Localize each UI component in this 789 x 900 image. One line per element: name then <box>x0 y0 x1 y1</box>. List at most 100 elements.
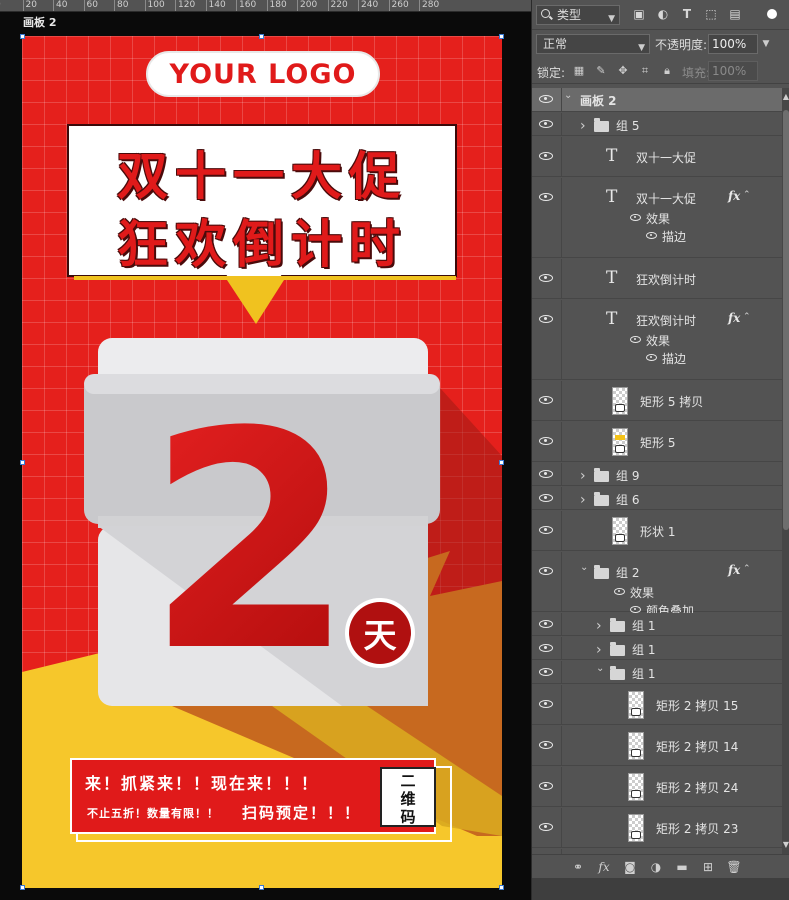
visibility-eye-icon[interactable] <box>539 741 555 751</box>
visibility-eye-icon[interactable] <box>539 315 555 325</box>
visibility-eye-icon[interactable] <box>539 700 555 710</box>
layer-row[interactable]: 矩形 2 拷贝 23 <box>532 808 782 848</box>
artboard-row[interactable]: ⌄ 画板 2 <box>532 88 782 112</box>
pixel-filter-icon[interactable]: ▣ <box>632 7 646 21</box>
artboard-label[interactable]: 画板 2 <box>23 14 56 30</box>
effects-eye-icon[interactable] <box>630 336 642 344</box>
visibility-eye-icon[interactable] <box>539 437 555 447</box>
effect-eye-icon[interactable] <box>646 354 658 362</box>
promo-bar[interactable]: 来！抓紧来！！现在来！！！ 不止五折！数量有限！！ 扫码预定！！！ 二 维 码 <box>70 758 452 842</box>
visibility-eye-icon[interactable] <box>539 667 555 678</box>
blend-mode-select[interactable]: 正常 ▼ <box>536 34 650 54</box>
layer-row[interactable]: 矩形 2 拷贝 14 <box>532 726 782 766</box>
fx-icon[interactable]: fx <box>728 311 740 325</box>
handle-top-right[interactable] <box>499 34 504 39</box>
layer-group-row[interactable]: › 组 6 <box>532 487 782 510</box>
layer-row[interactable]: T 狂欢倒计时 <box>532 259 782 299</box>
chevron-down-icon[interactable]: ⌄ <box>580 562 590 573</box>
layer-group-row[interactable]: ⌄ 组 1 <box>532 661 782 684</box>
filter-kind-select[interactable]: 类型 ▼ <box>536 5 620 25</box>
filter-toggle[interactable] <box>767 9 777 19</box>
new-layer-icon[interactable]: ⊞ <box>700 859 716 875</box>
layer-group-row[interactable]: › 组 1 <box>532 637 782 660</box>
fx-icon[interactable]: fx <box>596 859 612 875</box>
visibility-eye-icon[interactable] <box>539 643 555 654</box>
visibility-eye-icon[interactable] <box>539 396 555 406</box>
layer-row[interactable]: 形状 1 <box>532 511 782 551</box>
visibility-eye-icon[interactable] <box>539 152 555 162</box>
lock-position-icon[interactable]: ✥ <box>616 64 630 78</box>
layer-row[interactable]: 矩形 2 拷贝 15 <box>532 685 782 725</box>
adjustment-filter-icon[interactable]: ◐ <box>656 7 670 21</box>
lock-all-icon[interactable]: 🔒︎ <box>660 64 674 78</box>
handle-bottom-right[interactable] <box>499 885 504 890</box>
scroll-up-icon[interactable]: ▲ <box>782 92 789 101</box>
visibility-eye-icon[interactable] <box>539 119 555 130</box>
poster-artboard[interactable]: YOUR LOGO 双十一大促 狂欢倒计时 2 天 来！抓紧来！！现在来！！！ … <box>22 36 502 888</box>
chevron-down-icon[interactable]: ⌄ <box>564 90 574 101</box>
scroll-down-icon[interactable]: ▼ <box>782 840 789 849</box>
layer-row[interactable]: 矩形 2 拷贝 24 <box>532 767 782 807</box>
layer-row[interactable]: 矩形 5 <box>532 422 782 462</box>
visibility-eye-icon[interactable] <box>539 567 555 577</box>
visibility-eye-icon[interactable] <box>539 274 555 284</box>
trash-icon[interactable]: 🗑︎ <box>726 859 742 875</box>
handle-mid-left[interactable] <box>20 460 25 465</box>
lock-transparency-icon[interactable]: ▦ <box>572 64 586 78</box>
layer-row[interactable]: T 双十一大促 <box>532 137 782 177</box>
scrollbar-thumb[interactable] <box>783 110 789 530</box>
chevron-right-icon[interactable]: › <box>580 118 590 134</box>
chevron-up-icon[interactable]: ⌃ <box>743 564 751 574</box>
layer-group-row[interactable]: › 组 1 <box>532 613 782 636</box>
canvas-workspace[interactable]: 020406080100120140160180200220240260280 … <box>0 0 531 900</box>
chevron-right-icon[interactable]: › <box>580 492 590 508</box>
visibility-eye-icon[interactable] <box>539 469 555 480</box>
opacity-input[interactable]: 100% <box>708 34 758 54</box>
layer-row[interactable]: 矩形 5 拷贝 <box>532 381 782 421</box>
smart-object-filter-icon[interactable]: ▤ <box>728 7 742 21</box>
add-mask-icon[interactable]: ◙ <box>622 859 638 875</box>
handle-bottom-mid[interactable] <box>259 885 264 890</box>
fill-input[interactable]: 100% <box>708 61 758 81</box>
effects-eye-icon[interactable] <box>614 588 626 596</box>
chevron-right-icon[interactable]: › <box>596 618 606 634</box>
effects-eye-icon[interactable] <box>630 214 642 222</box>
layer-group-row[interactable]: › 组 5 <box>532 113 782 136</box>
visibility-eye-icon[interactable] <box>539 823 555 833</box>
fx-icon[interactable]: fx <box>728 189 740 203</box>
visibility-eye-icon[interactable] <box>539 782 555 792</box>
handle-top-mid[interactable] <box>259 34 264 39</box>
headline-block[interactable]: 双十一大促 狂欢倒计时 <box>68 125 456 315</box>
layer-group-row[interactable]: › 组 9 <box>532 463 782 486</box>
chevron-up-icon[interactable]: ⌃ <box>743 190 751 200</box>
day-badge[interactable]: 天 <box>345 598 415 668</box>
shape-filter-icon[interactable]: ⬚ <box>704 7 718 21</box>
effect-eye-icon[interactable] <box>646 232 658 240</box>
new-group-icon[interactable]: ▬ <box>674 859 690 875</box>
chevron-up-icon[interactable]: ⌃ <box>743 312 751 322</box>
type-filter-icon[interactable]: T <box>680 7 694 21</box>
horizontal-ruler[interactable]: 020406080100120140160180200220240260280 <box>0 0 531 12</box>
adjustment-layer-icon[interactable]: ◑ <box>648 859 664 875</box>
layer-list-scrollbar[interactable] <box>782 88 789 854</box>
link-layers-icon[interactable]: ⚭ <box>570 859 586 875</box>
layer-row[interactable]: T 狂欢倒计时 fx ⌃ 效果 描边 <box>532 300 782 380</box>
chevron-right-icon[interactable]: › <box>580 468 590 484</box>
visibility-eye-icon[interactable] <box>539 526 555 536</box>
lock-pixels-icon[interactable]: ✎ <box>594 64 608 78</box>
layer-row[interactable]: T 双十一大促 fx ⌃ 效果 描边 <box>532 178 782 258</box>
fx-icon[interactable]: fx <box>728 563 740 577</box>
handle-bottom-left[interactable] <box>20 885 25 890</box>
chevron-right-icon[interactable]: › <box>596 642 606 658</box>
visibility-eye-icon[interactable] <box>539 193 555 203</box>
visibility-eye-icon[interactable] <box>539 619 555 630</box>
handle-top-left[interactable] <box>20 34 25 39</box>
lock-artboard-icon[interactable]: ⌗ <box>638 64 652 78</box>
logo-pill[interactable]: YOUR LOGO <box>146 51 380 97</box>
opacity-dropdown-icon[interactable]: ▼ <box>759 34 773 54</box>
qr-code-box[interactable]: 二 维 码 <box>380 767 436 827</box>
visibility-eye-icon[interactable] <box>539 95 555 105</box>
visibility-eye-icon[interactable] <box>539 493 555 504</box>
layer-group-row[interactable]: ⌄ 组 2 fx ⌃ 效果 颜色叠加 <box>532 552 782 618</box>
countdown-number[interactable]: 2 <box>146 393 355 693</box>
